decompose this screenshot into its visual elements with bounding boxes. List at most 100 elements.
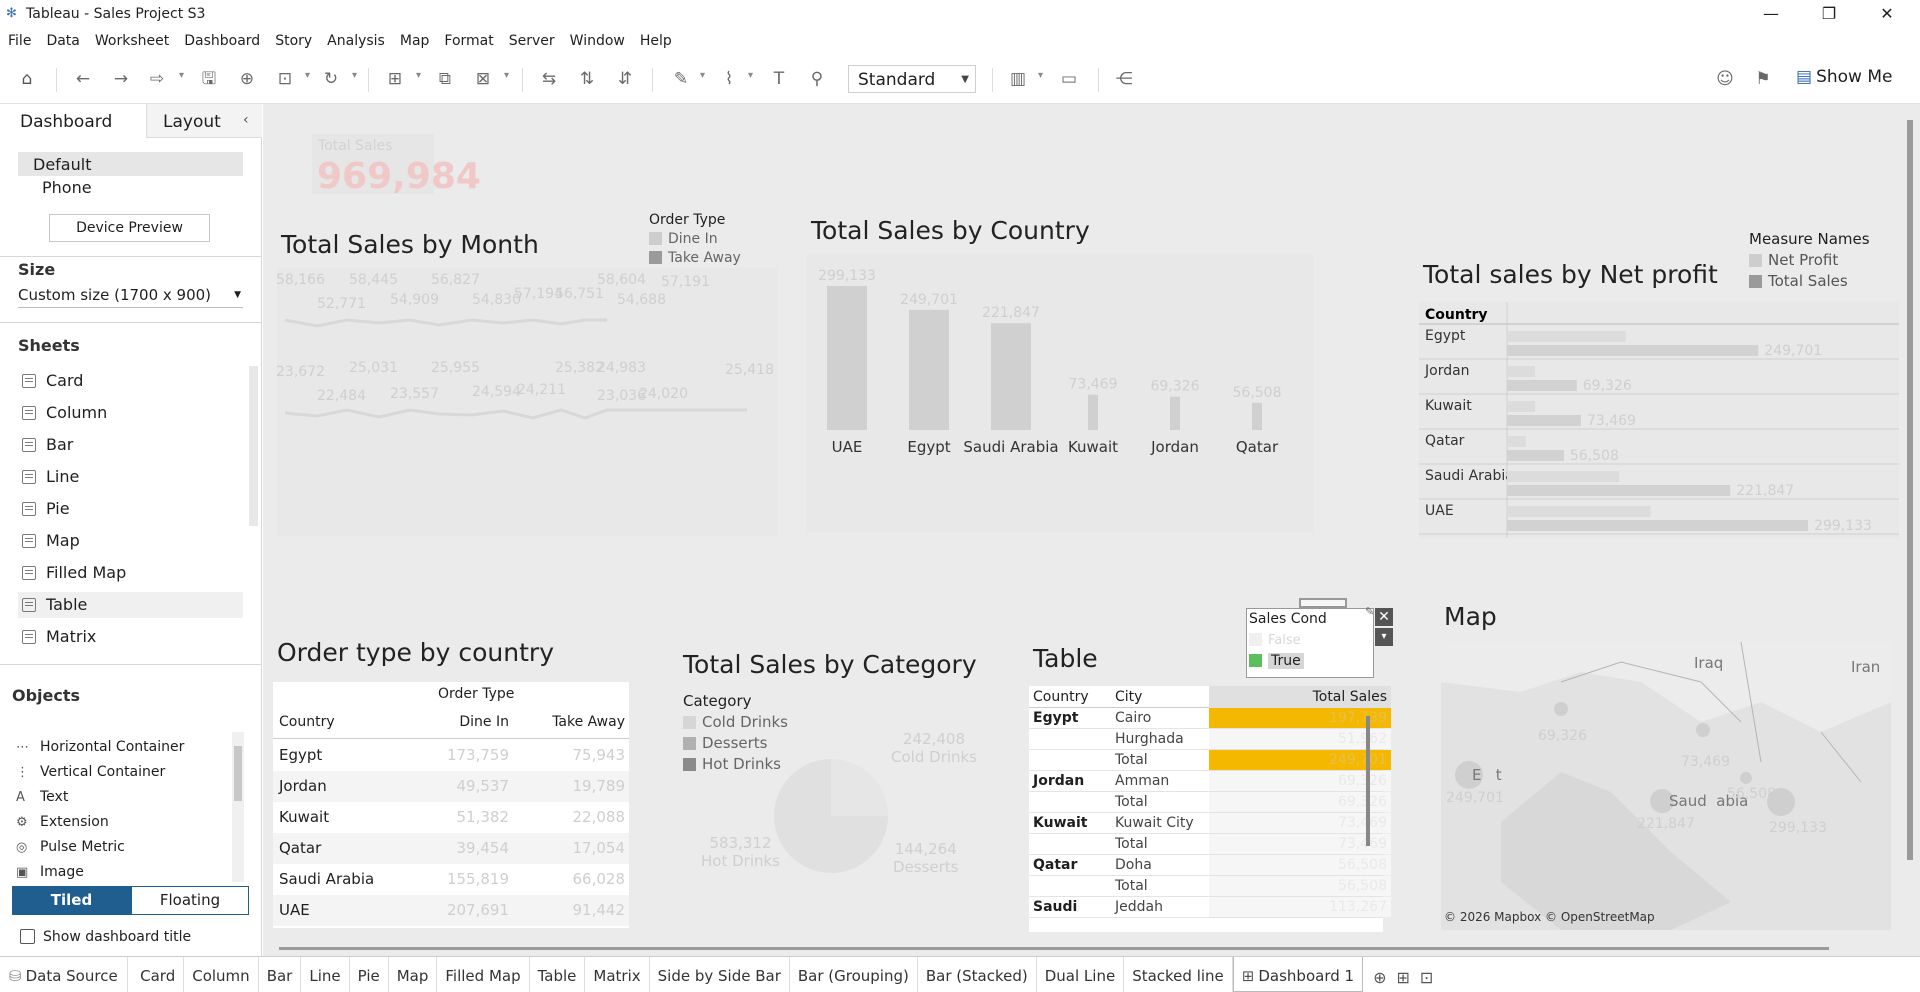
table-row[interactable]: Saudi Jeddah 113,267 [1029, 897, 1391, 918]
menu-map[interactable]: Map [392, 30, 435, 49]
menu-window[interactable]: Window [562, 30, 630, 49]
chevron-down-icon[interactable]: ▾ [748, 70, 753, 81]
sheet-tab-column[interactable]: Column [184, 957, 259, 992]
data-source-tab[interactable]: ⛁ Data Source [0, 957, 128, 992]
table-row[interactable]: Saudi Arabia 155,819 66,028 [273, 864, 629, 895]
net-profit-bar[interactable] [1507, 401, 1536, 412]
new-dashboard-icon[interactable]: ⊞ [1396, 968, 1409, 987]
bar-uae[interactable] [827, 286, 867, 430]
chevron-down-icon[interactable]: ▾ [416, 70, 421, 81]
new-worksheet-icon[interactable]: ⊞ [384, 68, 406, 90]
sheet-tab-map[interactable]: Map [389, 957, 438, 992]
canvas-horizontal-scrollbar[interactable] [279, 947, 1829, 950]
show-title-checkbox[interactable]: Show dashboard title [20, 929, 191, 945]
close-icon[interactable]: ✕ [1864, 0, 1910, 30]
object-pulse-metric[interactable]: ◎ Pulse Metric [14, 839, 125, 859]
object-horizontal-container[interactable]: ⋯ Horizontal Container [14, 739, 184, 759]
bar-egypt[interactable] [909, 309, 949, 430]
home-icon[interactable]: ⌂ [16, 68, 38, 90]
map-area[interactable]: Iraq Iran E t Saud abia 69,326 73,469 24… [1441, 642, 1891, 930]
table-row[interactable]: Total 69,326 [1029, 792, 1391, 813]
sheet-table[interactable]: Table [18, 592, 243, 618]
total-sales-bar[interactable] [1507, 450, 1564, 461]
object-extension[interactable]: ⚙ Extension [14, 814, 109, 834]
duplicate-icon[interactable]: ⧉ [434, 68, 456, 90]
sheet-tab-stacked-line[interactable]: Stacked line [1124, 957, 1233, 992]
sheet-tab-matrix[interactable]: Matrix [585, 957, 650, 992]
total-sales-bar[interactable] [1507, 380, 1577, 391]
sheets-scrollbar[interactable] [249, 366, 258, 526]
chevron-down-icon[interactable]: ▾ [305, 70, 310, 81]
labels-icon[interactable]: T [768, 68, 790, 90]
chevron-down-icon[interactable]: ▾ [700, 70, 705, 81]
sheet-tab-filled-map[interactable]: Filled Map [437, 957, 530, 992]
net-profit-bar[interactable] [1507, 506, 1651, 517]
bar-saudi-arabia[interactable] [991, 323, 1031, 430]
close-icon[interactable]: ✕ [1375, 608, 1393, 626]
total-sales-bar[interactable] [1507, 345, 1759, 356]
sheet-line[interactable]: Line [18, 464, 243, 490]
menu-analysis[interactable]: Analysis [319, 30, 390, 49]
refresh-icon[interactable]: ↻ [320, 68, 342, 90]
legend-item[interactable]: Dine In [649, 231, 741, 247]
edit-icon[interactable]: ✎ [1365, 605, 1374, 618]
legend-item[interactable]: Take Away [649, 250, 741, 266]
net-profit-bar[interactable] [1507, 436, 1526, 447]
scroll-thumb[interactable] [234, 746, 242, 801]
sheet-tab-bar[interactable]: Bar [259, 957, 302, 992]
table-row[interactable]: Kuwait Kuwait City 73,469 [1029, 813, 1391, 834]
table-row[interactable]: Egypt 173,759 75,943 [273, 740, 629, 771]
replay-icon[interactable]: ⇨ [146, 68, 168, 90]
table-sheet[interactable]: Country City Total Sales Egypt Cairo 197,7… [1029, 686, 1391, 932]
sheet-matrix[interactable]: Matrix [18, 624, 243, 650]
chevron-down-icon[interactable]: ▾ [179, 70, 184, 81]
sort-descending-icon[interactable]: ⇵ [614, 68, 636, 90]
sheet-column[interactable]: Column [18, 400, 243, 426]
sheet-tab-table[interactable]: Table [530, 957, 586, 992]
table-row[interactable]: UAE 207,691 91,442 [273, 895, 629, 926]
table-row[interactable]: Total 73,469 [1029, 834, 1391, 855]
chevron-down-icon[interactable]: ▾ [1038, 70, 1043, 81]
show-cards-icon[interactable]: ▥ [1007, 68, 1029, 90]
total-sales-bar[interactable] [1507, 415, 1581, 426]
clear-sheet-icon[interactable]: ⊠ [472, 68, 494, 90]
device-phone[interactable]: Phone [42, 178, 92, 197]
table-row[interactable]: Jordan 49,537 19,789 [273, 771, 629, 802]
new-worksheet-icon[interactable]: ⊕ [1373, 968, 1386, 987]
total-sales-bar[interactable] [1507, 520, 1809, 531]
sheet-tab-pie[interactable]: Pie [350, 957, 389, 992]
legend-item[interactable]: Total Sales [1749, 272, 1870, 290]
menu-story[interactable]: Story [267, 30, 317, 49]
size-select[interactable]: Custom size (1700 x 900) ▼ [18, 286, 243, 308]
assistant-icon[interactable]: ☺ [1714, 68, 1736, 90]
filter-option-true[interactable]: True [1249, 653, 1304, 669]
menu-dashboard[interactable]: Dashboard [176, 30, 265, 49]
object-text[interactable]: A Text [14, 789, 68, 809]
bar-kuwait[interactable] [1088, 394, 1098, 430]
sheet-filled-map[interactable]: Filled Map [18, 560, 243, 586]
drag-handle[interactable] [1299, 598, 1347, 608]
share-icon[interactable]: ⋲ [1113, 68, 1135, 90]
net-profit-bar[interactable] [1507, 331, 1626, 342]
menu-data[interactable]: Data [38, 30, 84, 49]
save-icon[interactable]: 🖫 [198, 68, 220, 90]
show-me-button[interactable]: ▤ Show Me [1796, 67, 1892, 87]
order-table[interactable]: Order Type Country Dine In Take Away Egy… [273, 682, 629, 928]
total-sales-bar[interactable] [1507, 485, 1731, 496]
table-scrollbar[interactable] [1366, 716, 1370, 846]
more-options-icon[interactable]: ▾ [1375, 628, 1393, 646]
new-datasource-icon[interactable]: ⊕ [236, 68, 258, 90]
table-row[interactable]: Total 249,701 [1029, 750, 1391, 771]
sort-ascending-icon[interactable]: ⇅ [576, 68, 598, 90]
sheet-bar[interactable]: Bar [18, 432, 243, 458]
restore-icon[interactable]: ❐ [1806, 0, 1852, 30]
chevron-down-icon[interactable]: ▾ [504, 70, 509, 81]
category-chart-area[interactable]: 242,408 Cold Drinks 144,264 Desserts 583,3… [681, 704, 999, 954]
new-story-icon[interactable]: ⊡ [1420, 968, 1433, 987]
country-chart-area[interactable]: 299,133 UAE 249,701 Egypt 221,847 Saudi Arabi… [807, 254, 1313, 532]
menu-worksheet[interactable]: Worksheet [87, 30, 174, 49]
group-icon[interactable]: ⌇ [718, 68, 740, 90]
table-row[interactable]: Kuwait 51,382 22,088 [273, 802, 629, 833]
net-profit-bar[interactable] [1507, 366, 1536, 377]
table-row[interactable]: Jordan Amman 69,326 [1029, 771, 1391, 792]
